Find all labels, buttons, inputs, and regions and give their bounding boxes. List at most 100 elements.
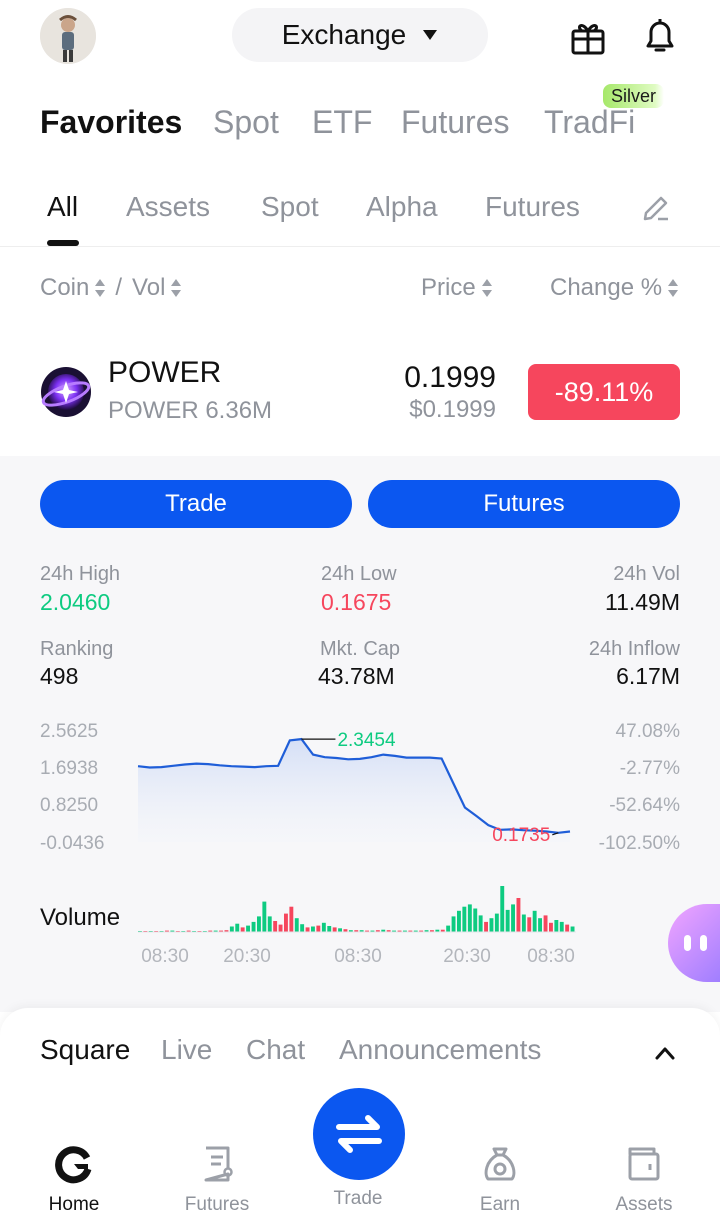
volume-bar <box>257 916 261 932</box>
stat-24h-inflow-value: 6.17M <box>616 663 680 689</box>
volume-bar <box>538 918 542 932</box>
stat-24h-inflow-label: 24h Inflow <box>588 638 680 660</box>
volume-bar <box>494 913 499 932</box>
x-axis-tick-label: 20:30 <box>223 946 271 967</box>
y-axis-percent-tick-label: -102.50% <box>599 833 680 854</box>
avatar[interactable] <box>40 8 96 64</box>
swap-arrows-icon <box>336 1115 382 1153</box>
sheet-tab-announcements[interactable]: Announcements <box>339 1034 541 1066</box>
y-axis-percent-tick-label: -52.64% <box>609 795 680 816</box>
volume-bar <box>532 910 537 932</box>
exchange-switcher[interactable]: Exchange <box>232 8 488 62</box>
stat-24h-vol-value: 11.49M <box>604 589 680 615</box>
volume-bar <box>278 924 283 932</box>
divider <box>0 246 720 247</box>
nav-trade-button[interactable] <box>313 1088 405 1180</box>
column-header-coin-vol: Coin / Vol <box>40 274 182 302</box>
volume-bar <box>262 901 267 932</box>
volume-bar <box>284 913 288 932</box>
volume-bar <box>338 928 342 932</box>
x-axis-tick-label: 08:30 <box>527 946 575 967</box>
volume-bar <box>235 923 240 932</box>
column-coin-label[interactable]: Coin <box>40 274 89 302</box>
futures-button[interactable]: Futures <box>368 480 680 528</box>
stat-24h-vol-label: 24h Vol <box>613 563 680 585</box>
nav-assets[interactable]: Assets <box>584 1144 704 1216</box>
volume-bar <box>516 898 521 932</box>
tab-tradfi[interactable]: TradFi <box>544 104 635 141</box>
silver-badge: Silver <box>603 84 665 108</box>
price-chart[interactable]: 2.5625 1.6938 0.8250 -0.0436 47.08% -2.77% -5… <box>0 712 720 982</box>
volume-bar <box>511 904 515 932</box>
tab-futures[interactable]: Futures <box>401 104 509 141</box>
subtab-all[interactable]: All <box>47 191 78 223</box>
volume-bar <box>570 926 575 932</box>
column-separator: / <box>115 274 123 301</box>
volume-bar <box>273 921 278 932</box>
change-percent-badge[interactable]: -89.11% <box>528 364 680 420</box>
tab-spot[interactable]: Spot <box>213 104 279 141</box>
subtab-futures[interactable]: Futures <box>485 191 580 223</box>
sheet-tab-chat[interactable]: Chat <box>246 1034 305 1066</box>
column-price-label: Price <box>421 274 476 301</box>
trade-button[interactable]: Trade <box>40 480 352 528</box>
coin-price-usd: $0.1999 <box>409 396 496 423</box>
volume-bar <box>246 925 250 932</box>
y-axis-tick-label: 2.5625 <box>40 721 98 742</box>
y-axis-percent-tick-label: 47.08% <box>616 721 681 742</box>
volume-label: Volume <box>40 904 121 931</box>
sort-icon[interactable] <box>171 279 182 297</box>
volume-bar <box>527 917 532 932</box>
earn-bag-icon <box>484 1147 516 1181</box>
volume-bar <box>505 909 510 932</box>
volume-bar <box>467 904 472 932</box>
gift-icon[interactable] <box>568 17 608 57</box>
chevron-up-icon[interactable] <box>652 1040 678 1066</box>
coin-volume: POWER 6.36M <box>108 397 273 424</box>
high-marker-label: 2.3454 <box>337 730 396 751</box>
subtab-alpha[interactable]: Alpha <box>366 191 438 223</box>
volume-bar <box>554 920 559 932</box>
tab-favorites[interactable]: Favorites <box>40 104 182 141</box>
low-marker-label: 0.1735 <box>492 825 550 846</box>
stat-mkt-cap-value: 43.78M <box>318 663 395 689</box>
power-coin-logo-icon <box>41 367 91 417</box>
volume-bar <box>521 914 526 932</box>
volume-bar <box>294 918 299 932</box>
sheet-tab-live[interactable]: Live <box>161 1034 212 1066</box>
volume-bar <box>300 924 305 932</box>
stat-24h-low-label: 24h Low <box>321 563 397 585</box>
sheet-tab-square[interactable]: Square <box>40 1034 130 1066</box>
nav-earn[interactable]: Earn <box>440 1144 560 1216</box>
nav-futures-label: Futures <box>184 1194 250 1215</box>
column-vol-label[interactable]: Vol <box>132 274 165 302</box>
subtab-spot[interactable]: Spot <box>261 191 319 223</box>
edit-icon[interactable] <box>640 192 672 224</box>
nav-home[interactable]: Home <box>14 1144 134 1216</box>
stat-ranking-value: 498 <box>40 663 79 689</box>
futures-document-icon <box>204 1146 233 1182</box>
sort-icon[interactable] <box>95 279 106 297</box>
volume-bar <box>500 886 505 932</box>
column-header-price[interactable]: Price <box>421 274 492 302</box>
volume-bar <box>289 906 294 932</box>
y-axis-tick-label: 0.8250 <box>40 795 98 816</box>
volume-bar <box>484 921 488 932</box>
y-axis-tick-label: 1.6938 <box>40 758 98 779</box>
subtab-assets[interactable]: Assets <box>126 191 210 223</box>
tab-etf[interactable]: ETF <box>312 104 372 141</box>
y-axis-percent-tick-label: -2.77% <box>620 758 680 779</box>
coin-symbol[interactable]: POWER <box>108 356 221 390</box>
volume-bar <box>489 918 494 932</box>
volume-bar <box>332 927 337 932</box>
volume-bar <box>549 922 553 932</box>
nav-futures[interactable]: Futures <box>157 1144 277 1216</box>
home-logo-icon <box>55 1146 92 1184</box>
bell-icon[interactable] <box>640 15 680 55</box>
stat-mkt-cap-label: Mkt. Cap <box>320 638 401 660</box>
column-header-change[interactable]: Change % <box>550 274 679 302</box>
nav-home-label: Home <box>48 1194 100 1215</box>
volume-bar <box>478 915 483 932</box>
volume-bar <box>321 922 326 932</box>
stat-24h-high-label: 24h High <box>40 563 121 585</box>
